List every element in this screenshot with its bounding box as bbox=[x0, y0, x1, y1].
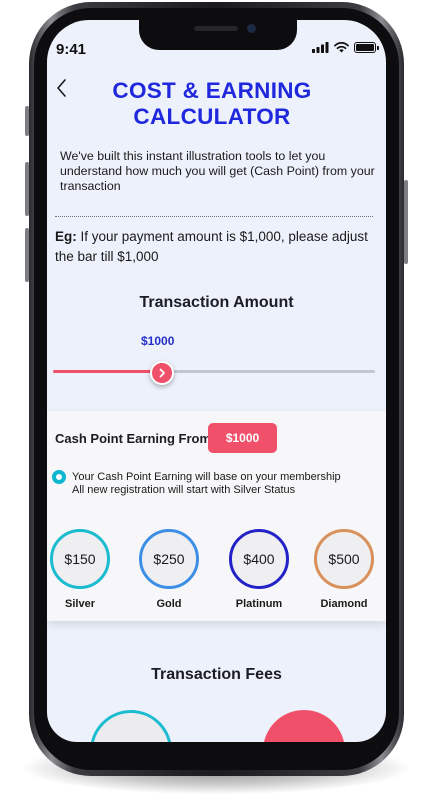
back-arrow-icon[interactable] bbox=[53, 77, 69, 99]
tier-name: Silver bbox=[65, 598, 95, 610]
tier-platinum[interactable]: $400 Platinum bbox=[228, 529, 290, 621]
amount-slider-thumb[interactable] bbox=[150, 361, 174, 385]
volume-down-button bbox=[25, 228, 29, 282]
earning-card: Cash Point Earning From $1000 Your Cash … bbox=[47, 411, 386, 621]
fee-option-right[interactable] bbox=[263, 710, 345, 742]
page-title-line2: CALCULATOR bbox=[133, 104, 291, 129]
mute-switch bbox=[25, 106, 29, 136]
notch bbox=[139, 20, 297, 50]
tier-name: Diamond bbox=[320, 598, 368, 610]
transaction-amount-heading: Transaction Amount bbox=[139, 294, 294, 311]
power-button bbox=[404, 180, 408, 264]
volume-up-button bbox=[25, 162, 29, 216]
example-text: Eg: If your payment amount is $1,000, pl… bbox=[55, 227, 377, 267]
chevron-right-icon bbox=[159, 368, 165, 378]
status-icons bbox=[312, 42, 379, 53]
earning-amount-badge: $1000 bbox=[208, 423, 277, 453]
tier-amount-circle: $150 bbox=[50, 529, 110, 589]
app-screen: 9:41 COST & EARNING CALCULATOR We've bui… bbox=[47, 20, 386, 742]
tier-amount-circle: $500 bbox=[314, 529, 374, 589]
example-label: Eg: bbox=[55, 229, 77, 244]
tier-name: Platinum bbox=[235, 598, 283, 610]
status-time: 9:41 bbox=[56, 41, 87, 58]
wifi-icon bbox=[334, 42, 349, 53]
tier-silver[interactable]: $150 Silver bbox=[49, 529, 111, 621]
page-title-line1: COST & EARNING bbox=[112, 78, 312, 103]
intro-text: We've built this instant illustration to… bbox=[60, 149, 375, 193]
transaction-fees-heading: Transaction Fees bbox=[151, 666, 282, 683]
fee-option-left[interactable] bbox=[90, 710, 172, 742]
transaction-amount-value: $1000 bbox=[141, 334, 175, 348]
tier-diamond[interactable]: $500 Diamond bbox=[313, 529, 375, 621]
tier-amount-circle: $250 bbox=[139, 529, 199, 589]
battery-tip bbox=[377, 46, 379, 50]
membership-note-line2: All new registration will start with Sil… bbox=[72, 484, 296, 496]
membership-radio[interactable] bbox=[52, 470, 66, 484]
tier-amount-circle: $400 bbox=[229, 529, 289, 589]
cellular-signal-icon bbox=[312, 42, 329, 53]
amount-slider-track[interactable] bbox=[53, 370, 375, 373]
speaker-grille bbox=[194, 26, 238, 31]
tier-gold[interactable]: $250 Gold bbox=[138, 529, 200, 621]
battery-level bbox=[356, 44, 374, 51]
tier-name: Gold bbox=[156, 598, 182, 610]
page-title: COST & EARNING CALCULATOR bbox=[87, 78, 337, 130]
amount-slider-fill bbox=[53, 370, 162, 373]
membership-note-line1: Your Cash Point Earning will base on you… bbox=[72, 471, 341, 483]
battery-icon bbox=[354, 42, 379, 53]
membership-note: Your Cash Point Earning will base on you… bbox=[72, 471, 341, 497]
example-body: If your payment amount is $1,000, please… bbox=[55, 229, 368, 264]
earning-label: Cash Point Earning From bbox=[55, 431, 212, 446]
front-camera bbox=[247, 24, 256, 33]
dotted-divider bbox=[55, 216, 373, 217]
